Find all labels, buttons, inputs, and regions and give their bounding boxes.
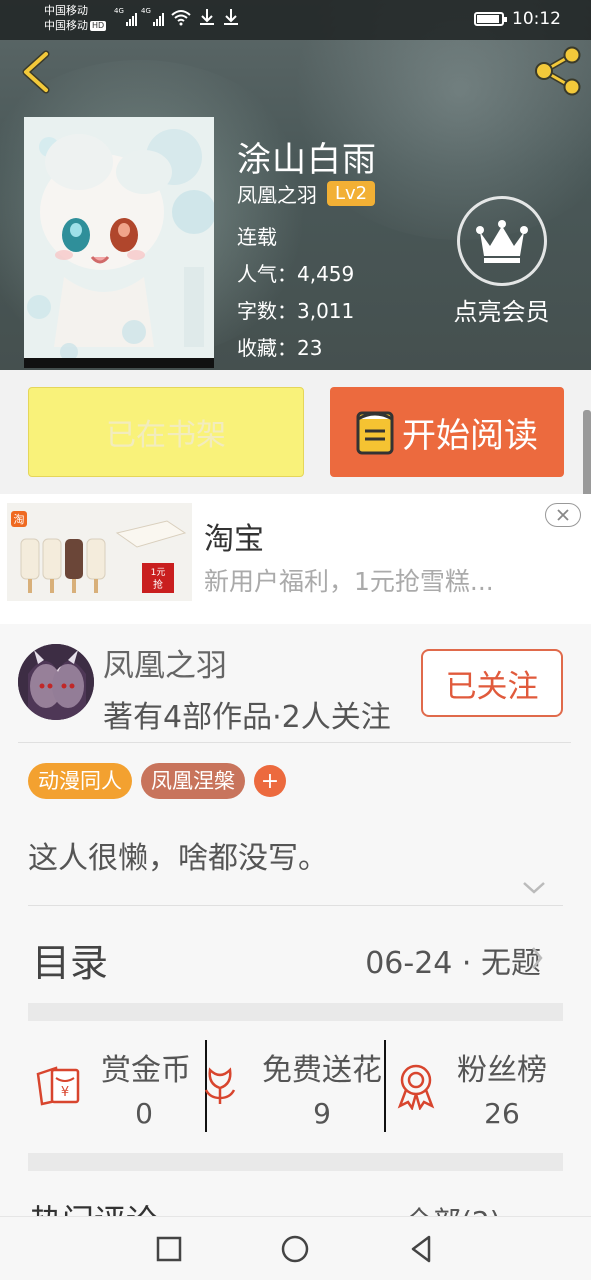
tag-chip[interactable]: 动漫同人 [28,763,132,799]
back-triangle-icon[interactable] [405,1234,437,1264]
author-level-badge: Lv2 [327,181,376,206]
ad-price-tag: 1元 [151,568,166,578]
system-navigation-bar [0,1216,591,1280]
author-name[interactable]: 凤凰之羽 [103,640,227,685]
status-icons: 4G 4G [114,7,240,26]
book-word-count: 字数：3,011 [237,299,355,323]
close-icon [557,509,569,521]
ad-price-tag: 抢 [153,578,163,591]
stat-divider [384,1040,386,1132]
stat-fan-ranking[interactable]: 粉丝榜 26 [446,1045,558,1130]
stat-value: 0 [135,1097,153,1130]
toc-open-button[interactable] [528,944,546,972]
tag-list: 动漫同人 凤凰涅槃 + [28,763,286,799]
toc-latest-chapter[interactable]: 06-24 · 无题 [365,938,541,982]
share-icon [535,46,581,96]
follow-button[interactable]: 已关注 [421,649,563,717]
expand-intro-button[interactable] [520,876,548,898]
stat-label: 赏金币 [101,1053,191,1088]
download-icon [224,9,238,25]
author-works-summary: 著有4部作品·2人关注 [103,700,391,735]
book-author[interactable]: 凤凰之羽 [237,179,317,208]
battery-icon [474,12,507,26]
back-button[interactable] [18,50,54,94]
carrier-info: 中国移动 中国移动 HD [44,3,107,33]
start-reading-button[interactable]: 开始阅读 [330,387,564,477]
back-arrow-icon [22,50,50,94]
share-button[interactable] [532,46,584,96]
download-icon [200,9,214,25]
carrier-line-2: 中国移动 [44,19,88,32]
book-favorites: 收藏：23 [237,336,323,360]
chevron-right-icon [532,947,543,969]
book-header: 中国移动 中国移动 HD 4G 4G 10:12 涂山白雨 凤凰之羽 Lv2 连… [0,0,591,370]
toc-label[interactable]: 目录 [32,932,108,987]
cover-bottom-bar [24,358,214,368]
svg-text:¥: ¥ [61,1085,69,1100]
book-actions: 已在书架 开始阅读 [0,370,591,820]
cover-illustration [24,117,214,368]
network-type-label: 4G [141,7,151,15]
ad-product-image: 淘 1元 抢 [7,503,192,601]
status-bar: 中国移动 中国移动 HD 4G 4G 10:12 [0,0,591,40]
author-avatar[interactable] [18,644,94,720]
ad-image: 淘 1元 抢 [7,503,192,601]
stat-value: 9 [313,1097,331,1130]
add-tag-button[interactable]: + [254,765,286,797]
ad-close-button[interactable] [545,503,581,527]
section-separator [28,1003,563,1021]
wifi-icon [171,10,191,26]
ad-badge: 淘 [14,513,25,526]
book-status: 连载 [237,225,277,249]
book-popularity: 人气：4,459 [237,262,355,286]
clock: 10:12 [512,9,561,29]
home-icon[interactable] [279,1234,311,1264]
ad-description[interactable]: 新用户福利，1元抢雪糕... [204,562,494,598]
on-bookshelf-button[interactable]: 已在书架 [28,387,304,477]
book-icon [356,411,394,455]
cell-signal-icon: 4G [141,7,164,26]
status-right: 10:12 [474,9,561,29]
crown-icon [475,220,528,263]
book-title: 涂山白雨 [237,140,377,180]
vip-label: 点亮会员 [453,298,550,326]
carrier-line-1: 中国移动 [44,4,88,17]
stat-value: 26 [484,1097,520,1130]
divider [28,905,563,906]
medal-icon[interactable] [394,1062,438,1110]
network-type-label: 4G [114,7,124,15]
start-reading-label: 开始阅读 [402,415,538,456]
red-envelope-icon[interactable]: ¥ [34,1064,82,1106]
flower-icon[interactable] [200,1064,240,1108]
cell-signal-icon: 4G [114,7,137,26]
chevron-down-icon [523,882,545,894]
author-row: 凤凰之羽 Lv2 [237,179,376,208]
stat-label: 粉丝榜 [457,1053,547,1088]
recent-apps-icon[interactable] [153,1234,185,1264]
ad-banner[interactable]: 淘 1元 抢 [0,494,591,624]
vip-badge [456,196,547,286]
tag-chip[interactable]: 凤凰涅槃 [141,763,245,799]
book-cover[interactable] [24,117,214,368]
ad-title[interactable]: 淘宝 [204,514,264,558]
vip-membership-button[interactable]: 点亮会员 [444,196,559,327]
stat-reward-coins[interactable]: 赏金币 0 [92,1045,200,1130]
section-separator [28,1153,563,1171]
stat-label: 免费送花 [262,1053,382,1088]
book-intro: 这人很懒，啥都没写。 [28,841,328,876]
hd-badge: HD [90,21,107,31]
avatar-image [18,644,94,720]
divider [18,742,571,743]
stat-free-flowers[interactable]: 免费送花 9 [248,1045,396,1130]
